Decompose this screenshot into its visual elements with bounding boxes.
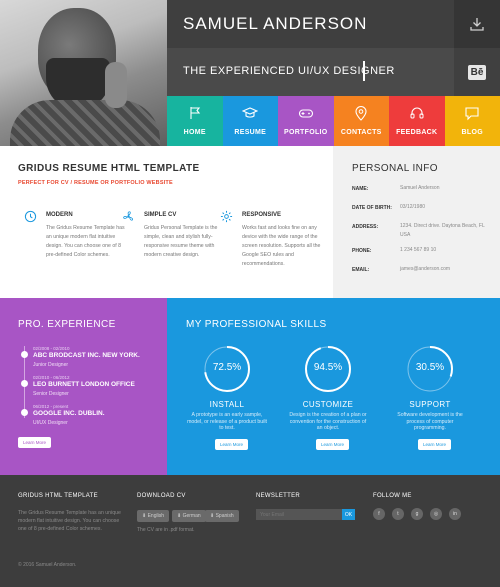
experience-role: UI/UX Designer [33, 420, 68, 426]
nav-portfolio[interactable]: PORTFOLIO [278, 96, 334, 146]
copyright: © 2016 Samuel Anderson. [18, 562, 77, 568]
info-label: PHONE: [352, 248, 372, 254]
nav-feedback-label: FEEDBACK [396, 129, 438, 136]
feature-desc: Gridus Personal Template is the simple, … [144, 225, 218, 258]
nav-home-label: HOME [183, 129, 206, 136]
experience-title: PRO. EXPERIENCE [18, 319, 116, 330]
nav-contacts-label: CONTACTS [340, 129, 382, 136]
gear-icon [220, 210, 233, 223]
feature-desc: The Gridus Resume Template has an unique… [46, 225, 125, 258]
photo-hand-phone [105, 62, 127, 108]
headset-icon [410, 107, 424, 119]
feature-title: SIMPLE CV [144, 212, 177, 218]
main-nav: HOME RESUME PORTFOLIO CONTACTS FEEDBACK … [167, 96, 500, 146]
skill-desc: Design is the creation of a plan or conv… [289, 412, 367, 431]
graduation-cap-icon [242, 107, 259, 118]
skill-install: 72.5% INSTALL A prototype is an early sa… [177, 344, 277, 450]
info-value: 1234. Direct drive. Daytona Beach, FL US… [400, 223, 485, 238]
timeline-dot [21, 380, 28, 387]
template-title: GRIDUS RESUME HTML TEMPLATE [18, 163, 200, 174]
template-subtitle: PERFECT FOR CV / RESUME OR PORTFOLIO WEB… [18, 180, 173, 186]
info-label: EMAIL: [352, 267, 370, 273]
profile-photo [0, 0, 167, 146]
skill-customize: 94.5% CUSTOMIZE Design is the creation o… [278, 344, 378, 450]
nav-resume-label: RESUME [234, 129, 267, 136]
skill-percent: 72.5% [212, 362, 242, 373]
download-english-button[interactable]: ⬇ English [137, 510, 169, 522]
nav-portfolio-label: PORTFOLIO [283, 129, 328, 136]
google-plus-icon[interactable]: g [411, 508, 423, 520]
experience-date: 06/2012 - present [33, 404, 69, 409]
experience-date: 02/2010 - 06/2012 [33, 375, 70, 380]
footer-desc: The Gridus Resume Template has an unique… [18, 510, 121, 532]
lang-label: Spanish [215, 513, 234, 519]
gamepad-icon [298, 109, 313, 118]
newsletter-ok-button[interactable]: OK [342, 509, 355, 520]
info-label: DATE OF BIRTH: [352, 205, 392, 211]
download-cv-title: DOWNLOAD CV [137, 493, 186, 499]
cv-format-note: The CV are in .pdf format. [137, 527, 195, 533]
follow-me-title: FOLLOW ME [373, 493, 412, 499]
lang-label: German [182, 513, 201, 519]
profile-name: SAMUEL ANDERSON [183, 14, 368, 33]
nav-blog-label: BLOG [461, 129, 483, 136]
behance-label: Bē [467, 64, 487, 80]
newsletter-email-input[interactable] [256, 509, 342, 520]
skill-percent: 94.5% [313, 362, 343, 373]
info-label: ADDRESS: [352, 224, 379, 230]
chat-icon [465, 107, 479, 121]
experience-role: Junior Designer [33, 362, 69, 368]
photo-body [10, 100, 160, 146]
skill-desc: A prototype is an early sample, model, o… [187, 412, 267, 431]
experience-date: 02/2008 - 02/2010 [33, 346, 70, 351]
nav-home[interactable]: HOME [167, 96, 223, 146]
experience-learn-more-button[interactable]: Learn More [18, 437, 52, 448]
lang-label: English [147, 513, 164, 519]
info-value: james@anderson.com [400, 266, 451, 272]
linkedin-icon[interactable]: in [449, 508, 461, 520]
twitter-icon[interactable]: t [392, 508, 404, 520]
dribbble-icon[interactable]: ◎ [430, 508, 442, 520]
experience-role: Senior Designer [33, 391, 69, 397]
skill-name: INSTALL [209, 400, 245, 409]
personal-info-title: PERSONAL INFO [352, 163, 438, 174]
experience-company: ABC BRODCAST INC. NEW YORK. [33, 352, 140, 359]
skill-desc: Software development is the process of c… [397, 412, 463, 431]
map-pin-icon [355, 106, 367, 121]
skill-learn-more-button[interactable]: Learn More [418, 439, 452, 450]
nav-blog[interactable]: BLOG [444, 96, 500, 146]
clock-icon [24, 210, 37, 223]
timeline-dot [21, 351, 28, 358]
footer-title: GRIDUS HTML TEMPLATE [18, 493, 98, 499]
skill-name: SUPPORT [409, 400, 451, 409]
skill-name: CUSTOMIZE [302, 400, 354, 409]
nav-feedback[interactable]: FEEDBACK [389, 96, 445, 146]
facebook-icon[interactable]: f [373, 508, 385, 520]
skill-learn-more-button[interactable]: Learn More [215, 439, 249, 450]
info-value: 1 234 567 89 10 [400, 247, 437, 253]
timeline-dot [21, 409, 28, 416]
experience-company: GOOGLE INC. DUBLIN. [33, 410, 105, 417]
download-spanish-button[interactable]: ⬇ Spanish [205, 510, 239, 522]
behance-icon[interactable]: Bē [454, 48, 500, 96]
info-value: Samuel Anderson [400, 185, 440, 191]
nav-contacts[interactable]: CONTACTS [333, 96, 389, 146]
nav-resume[interactable]: RESUME [222, 96, 278, 146]
feature-desc: Works fast and looks fine on any device … [242, 225, 321, 267]
download-german-button[interactable]: ⬇ German [172, 510, 206, 522]
experience-company: LEO BURNETT LONDON OFFICE [33, 381, 135, 388]
feature-title: RESPONSIVE [242, 212, 282, 218]
skill-learn-more-button[interactable]: Learn More [316, 439, 350, 450]
fan-icon [123, 211, 133, 221]
feature-title: MODERN [46, 212, 73, 218]
newsletter-title: NEWSLETTER [256, 493, 301, 499]
download-icon[interactable] [454, 0, 500, 48]
info-label: NAME: [352, 186, 369, 192]
text-cursor [363, 61, 365, 81]
flag-icon [190, 107, 200, 119]
skill-support: 30.5% SUPPORT Software development is th… [380, 344, 480, 450]
skills-title: MY PROFESSIONAL SKILLS [186, 319, 327, 330]
info-value: 03/12/1980 [400, 204, 426, 210]
skill-percent: 30.5% [415, 362, 445, 373]
